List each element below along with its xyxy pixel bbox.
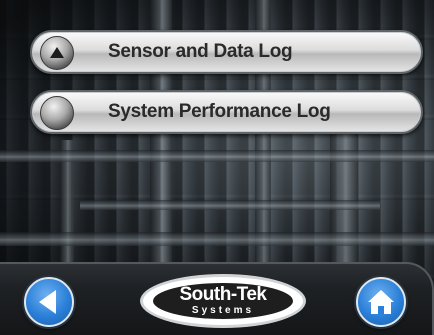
up-arrow-knob-icon — [40, 36, 74, 70]
screen: Sensor and Data Log System Performance L… — [0, 0, 434, 335]
knob-icon — [40, 96, 74, 130]
south-tek-logo: South-Tek Systems — [140, 274, 306, 328]
menu-item-label: System Performance Log — [108, 101, 331, 122]
back-arrow-icon — [39, 290, 56, 314]
footer-bar: South-Tek Systems — [0, 262, 434, 335]
logo-sub-text: Systems — [191, 305, 255, 316]
home-icon — [368, 290, 394, 314]
system-performance-log-button[interactable]: System Performance Log — [30, 90, 423, 134]
sensor-and-data-log-button[interactable]: Sensor and Data Log — [30, 30, 423, 74]
home-button[interactable] — [356, 277, 406, 327]
logo-main-text: South-Tek — [179, 284, 267, 305]
back-button[interactable] — [24, 277, 74, 327]
menu-item-label: Sensor and Data Log — [108, 41, 293, 62]
